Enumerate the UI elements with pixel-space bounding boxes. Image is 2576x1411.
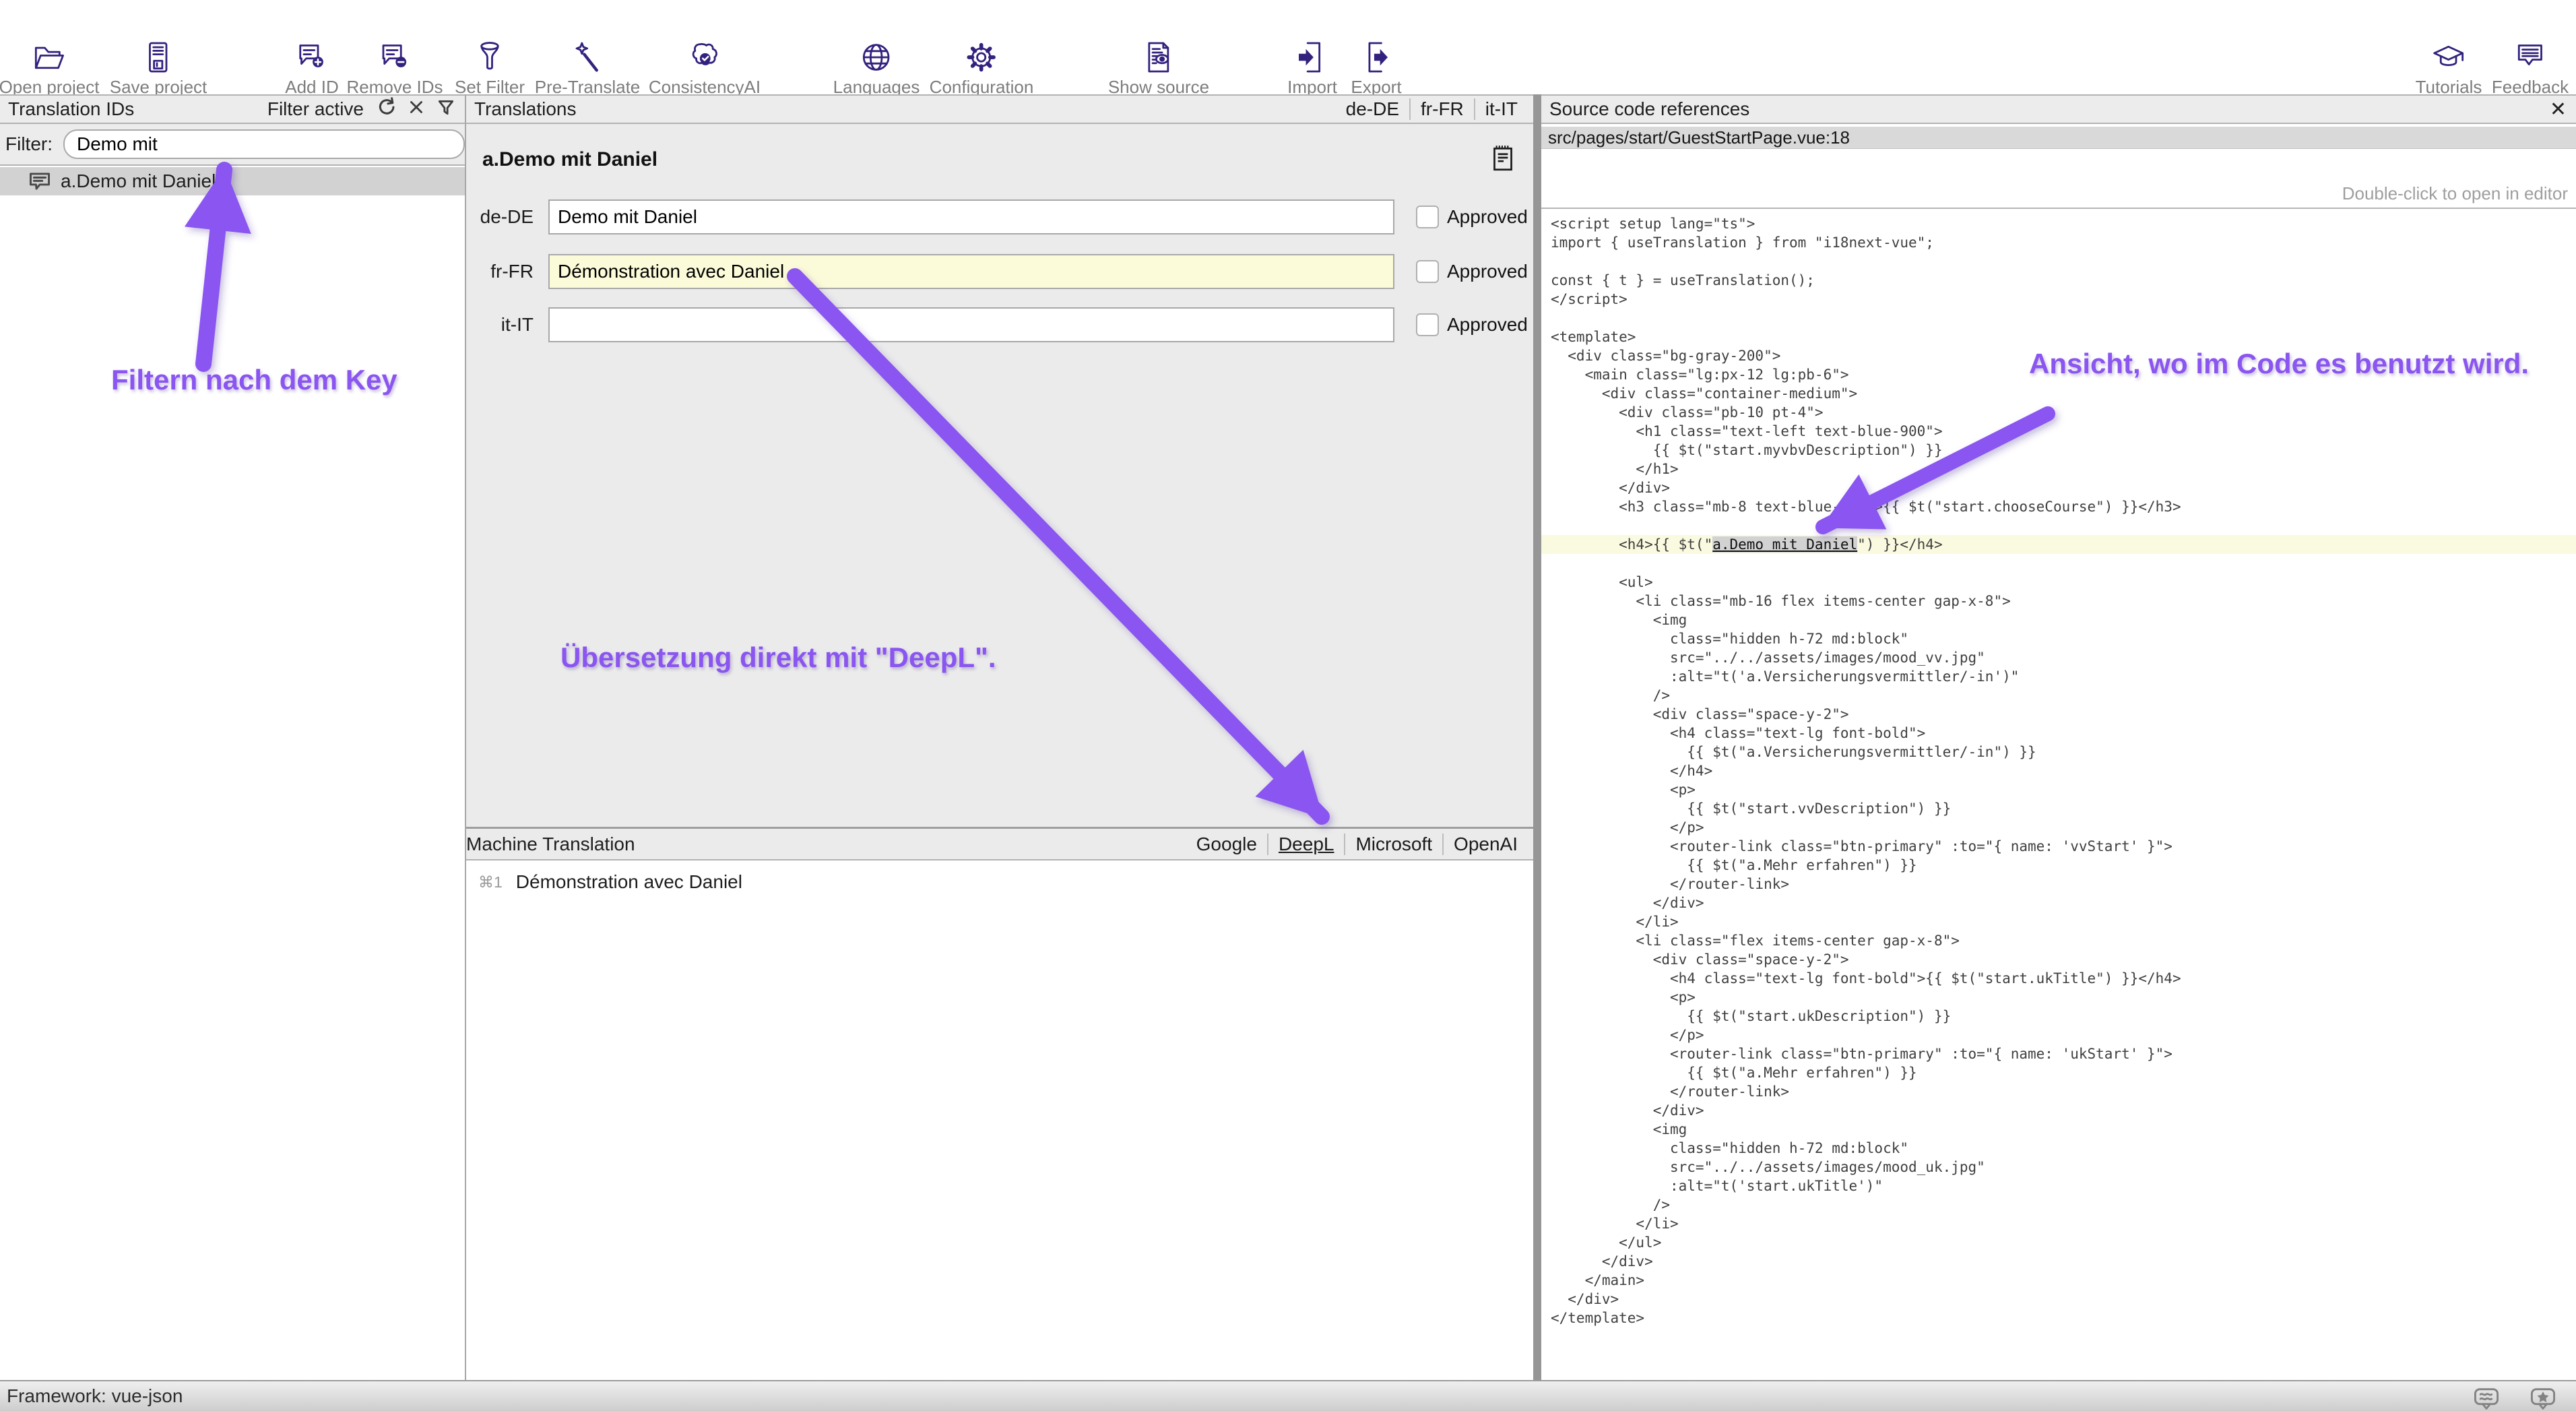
show-source-button[interactable]: Show source <box>1108 38 1209 98</box>
configuration-button[interactable]: Configuration <box>930 38 1034 98</box>
filter-row: Filter: <box>0 124 465 166</box>
tab-de-DE[interactable]: de-DE <box>1336 98 1409 120</box>
speech-bubble-icon <box>2492 38 2569 77</box>
tutorials-button[interactable]: Tutorials <box>2416 38 2482 98</box>
document-eye-icon <box>1108 38 1209 77</box>
brain-check-icon <box>649 38 761 77</box>
open-project-button[interactable]: Open project <box>0 38 99 98</box>
filter-label: Filter: <box>5 133 53 155</box>
machine-translation-title: Machine Translation <box>466 834 635 855</box>
translation-id-label: a.Demo mit Daniel <box>61 170 216 192</box>
tab-it-IT[interactable]: it-IT <box>1474 98 1528 120</box>
globe-icon <box>833 38 920 77</box>
approved-label-it: Approved <box>1447 314 1528 336</box>
star-bubble-icon[interactable] <box>2529 1385 2557 1411</box>
language-label-it: it-IT <box>466 314 534 336</box>
page-arrow-out-icon <box>1351 38 1401 77</box>
main-toolbar: Open project Save project Add ID Remove … <box>0 0 2576 96</box>
language-tabs: de-DE fr-FR it-IT <box>1336 96 1528 123</box>
source-reference-item[interactable]: src/pages/start/GuestStartPage.vue:18 <box>1541 127 2576 149</box>
translation-ids-panel: Filter: a.Demo mit Daniel <box>0 124 465 1380</box>
filter-funnel-icon[interactable] <box>437 98 455 121</box>
translation-input-de[interactable] <box>548 199 1394 234</box>
mt-shortcut-badge: ⌘1 <box>478 873 503 891</box>
mt-suggestion-row[interactable]: ⌘1 Démonstration avec Daniel <box>478 871 742 893</box>
pre-translate-button[interactable]: Pre-Translate <box>535 38 641 98</box>
gear-icon <box>930 38 1034 77</box>
waves-bubble-icon[interactable] <box>2472 1385 2501 1411</box>
close-panel-icon[interactable]: ✕ <box>2550 98 2567 121</box>
mt-suggestion-text: Démonstration avec Daniel <box>516 871 742 893</box>
set-filter-button[interactable]: Set Filter <box>455 38 525 98</box>
save-project-button[interactable]: Save project <box>110 38 207 98</box>
machine-translation-header: Machine Translation Google DeepL Microso… <box>466 827 1533 860</box>
translation-input-fr[interactable] <box>548 254 1394 289</box>
remove-ids-button[interactable]: Remove IDs <box>346 38 443 98</box>
clear-filter-icon[interactable] <box>407 98 426 121</box>
translation-ids-title: Translation IDs <box>8 98 134 120</box>
mt-provider-tabs: Google DeepL Microsoft OpenAI <box>1186 829 1528 859</box>
language-label-de: de-DE <box>466 206 534 228</box>
bubble-minus-icon <box>346 38 443 77</box>
source-references-header: Source code references ✕ <box>1541 94 2576 124</box>
panel-divider-right[interactable] <box>1533 94 1541 1380</box>
page-arrow-in-icon <box>1287 38 1337 77</box>
panel-divider-left[interactable] <box>465 94 466 1380</box>
refresh-icon[interactable] <box>376 97 396 122</box>
translation-row-de: de-DE Approved <box>466 199 1533 234</box>
status-bar: Framework: vue-json <box>0 1380 2576 1411</box>
approved-label-de: Approved <box>1447 206 1528 228</box>
translations-header: Translations de-DE fr-FR it-IT <box>466 94 1533 124</box>
approved-checkbox-it[interactable] <box>1416 313 1439 336</box>
translation-row-fr: fr-FR Approved <box>466 254 1533 289</box>
source-reference-path: src/pages/start/GuestStartPage.vue:18 <box>1548 127 1850 148</box>
export-button[interactable]: Export <box>1351 38 1401 98</box>
filter-input[interactable] <box>63 129 465 159</box>
funnel-icon <box>455 38 525 77</box>
import-button[interactable]: Import <box>1287 38 1337 98</box>
tab-openai[interactable]: OpenAI <box>1442 834 1528 855</box>
languages-button[interactable]: Languages <box>833 38 920 98</box>
tab-deepl[interactable]: DeepL <box>1267 834 1345 855</box>
magic-wand-icon <box>535 38 641 77</box>
source-references-panel: src/pages/start/GuestStartPage.vue:18 Do… <box>1541 124 2576 1380</box>
filter-active-label: Filter active <box>267 98 364 120</box>
comment-bubble-icon <box>27 170 53 192</box>
translation-id-list-item[interactable]: a.Demo mit Daniel <box>0 167 465 195</box>
add-id-button[interactable]: Add ID <box>285 38 339 98</box>
approved-checkbox-de[interactable] <box>1416 206 1439 228</box>
translation-input-it[interactable] <box>548 307 1394 342</box>
bubble-plus-icon <box>285 38 339 77</box>
machine-translation-panel: ⌘1 Démonstration avec Daniel <box>466 862 1533 1380</box>
notes-icon[interactable] <box>1487 143 1518 177</box>
framework-label: Framework: vue-json <box>7 1385 183 1407</box>
graduation-cap-icon <box>2416 38 2482 77</box>
highlighted-translation-key: a.Demo mit Daniel <box>1712 536 1857 553</box>
language-label-fr: fr-FR <box>466 261 534 282</box>
floppy-disk-icon <box>110 38 207 77</box>
translations-title: Translations <box>474 98 576 120</box>
tab-google[interactable]: Google <box>1186 834 1267 855</box>
tab-fr-FR[interactable]: fr-FR <box>1409 98 1474 120</box>
source-references-title: Source code references <box>1549 98 1749 120</box>
translation-key-heading: a.Demo mit Daniel <box>482 148 657 171</box>
consistency-ai-button[interactable]: ConsistencyAI <box>649 38 761 98</box>
code-lines[interactable]: <script setup lang="ts">import { useTran… <box>1541 214 2576 1327</box>
open-folder-icon <box>0 38 99 77</box>
feedback-button[interactable]: Feedback <box>2492 38 2569 98</box>
code-divider <box>1541 208 2576 209</box>
tab-microsoft[interactable]: Microsoft <box>1344 834 1442 855</box>
open-in-editor-hint: Double-click to open in editor <box>2342 183 2568 204</box>
approved-label-fr: Approved <box>1447 261 1528 282</box>
translation-row-it: it-IT Approved <box>466 307 1533 342</box>
translation-ids-header: Translation IDs Filter active <box>0 94 465 124</box>
app-window: b babel-edit.babel Open project Save pro… <box>0 0 2576 1411</box>
approved-checkbox-fr[interactable] <box>1416 260 1439 283</box>
translations-panel: a.Demo mit Daniel de-DE Approved fr-FR A… <box>466 124 1533 827</box>
